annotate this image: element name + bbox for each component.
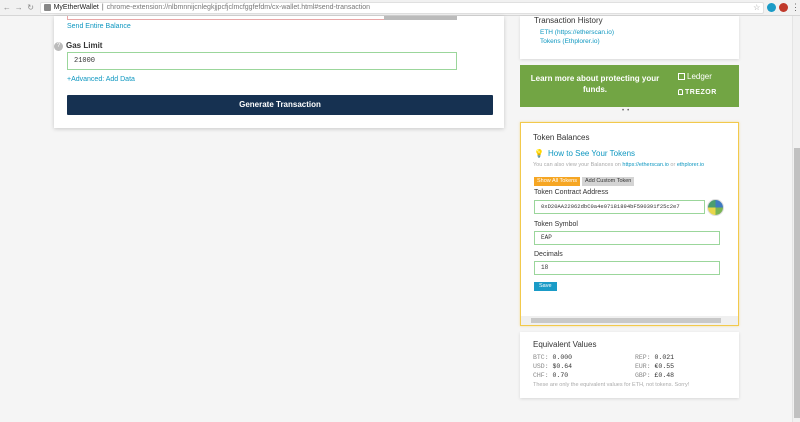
- address-separator: |: [101, 4, 104, 11]
- forward-icon[interactable]: →: [14, 3, 24, 12]
- reload-icon[interactable]: ↻: [26, 3, 36, 12]
- equivalent-values-title: Equivalent Values: [533, 340, 597, 349]
- transaction-history-title: Transaction History: [534, 16, 603, 25]
- token-symbol-label: Token Symbol: [534, 221, 578, 228]
- usd-value: USD: $0.64: [533, 363, 573, 370]
- hardware-wallet-banner[interactable]: Learn more about protecting your funds. …: [520, 65, 739, 107]
- add-custom-token-button[interactable]: Add Custom Token: [582, 177, 635, 186]
- carousel-dots[interactable]: ••: [622, 108, 632, 114]
- send-entire-balance-link[interactable]: Send Entire Balance: [67, 23, 131, 30]
- ledger-logo: Ledger: [678, 72, 712, 81]
- token-balances-title: Token Balances: [533, 133, 590, 142]
- browser-menu-icon[interactable]: ⋮: [791, 2, 800, 13]
- bookmark-star-icon[interactable]: ☆: [753, 3, 760, 12]
- token-scrollbar-thumb[interactable]: [531, 318, 721, 323]
- site-name: MyEtherWallet: [53, 4, 99, 11]
- token-contract-address-input[interactable]: 0xD20AA22062dbC0a4e07181894bF590391f25c2…: [534, 200, 705, 214]
- etherscan-balance-link[interactable]: https://etherscan.io: [622, 162, 668, 168]
- browser-toolbar: ← → ↻ MyEtherWallet | chrome-extension:/…: [0, 0, 800, 16]
- eur-value: EUR: €0.55: [635, 363, 675, 370]
- advanced-add-data-link[interactable]: +Advanced: Add Data: [67, 76, 135, 83]
- banner-text: Learn more about protecting your funds.: [530, 74, 660, 94]
- ethplorer-link[interactable]: Tokens (Ethplorer.io): [540, 38, 600, 45]
- extension-mew-icon[interactable]: [767, 3, 777, 12]
- token-info-text: You can also view your Balances on https…: [533, 162, 705, 168]
- how-to-see-tokens-link[interactable]: How to See Your Tokens: [548, 149, 635, 158]
- send-transaction-panel: Send Entire Balance ? Gas Limit 21000 +A…: [54, 16, 504, 128]
- token-panel-scrollbar[interactable]: [521, 316, 738, 325]
- rep-value: REP: 0.021: [635, 354, 675, 361]
- btc-value: BTC: 0.000: [533, 354, 573, 361]
- token-balances-panel: Token Balances 💡 How to See Your Tokens …: [520, 122, 739, 326]
- decimals-label: Decimals: [534, 251, 563, 258]
- generate-transaction-button[interactable]: Generate Transaction: [67, 95, 493, 115]
- show-all-tokens-button[interactable]: Show All Tokens: [534, 177, 580, 186]
- back-icon[interactable]: ←: [2, 3, 12, 12]
- lightbulb-icon: 💡: [534, 149, 544, 158]
- page-url: chrome-extension://nlbmnnijcnlegkjjpcfjc…: [106, 4, 371, 11]
- ledger-icon: [678, 73, 685, 80]
- extension-adblock-icon[interactable]: [779, 3, 788, 12]
- address-bar[interactable]: MyEtherWallet | chrome-extension://nlbmn…: [39, 1, 765, 14]
- amount-unit-dropdown[interactable]: [384, 16, 457, 20]
- extension-shield-icon: [43, 4, 51, 11]
- trezor-logo: TREZOR: [678, 89, 717, 96]
- equivalent-values-panel: Equivalent Values BTC: 0.000 USD: $0.64 …: [520, 332, 739, 398]
- chf-value: CHF: 0.70: [533, 372, 569, 379]
- save-token-button[interactable]: Save: [534, 282, 557, 291]
- token-contract-address-label: Token Contract Address: [534, 189, 609, 196]
- gas-limit-label: Gas Limit: [66, 41, 103, 50]
- gas-limit-input[interactable]: 21000: [67, 52, 457, 70]
- decimals-input[interactable]: 18: [534, 261, 720, 275]
- etherscan-link[interactable]: ETH (https://etherscan.io): [540, 29, 614, 36]
- ethplorer-balance-link[interactable]: ethplorer.io: [677, 162, 704, 168]
- transaction-history-panel: Transaction History ETH (https://ethersc…: [520, 16, 739, 59]
- token-symbol-input[interactable]: EAP: [534, 231, 720, 245]
- trezor-lock-icon: [678, 89, 683, 95]
- page-scrollbar[interactable]: [792, 16, 800, 422]
- gbp-value: GBP: £0.48: [635, 372, 675, 379]
- equivalent-values-note: These are only the equivalent values for…: [533, 382, 690, 388]
- gas-limit-help-icon[interactable]: ?: [54, 42, 63, 51]
- page-scrollbar-thumb[interactable]: [794, 148, 800, 418]
- address-identicon: [707, 199, 724, 216]
